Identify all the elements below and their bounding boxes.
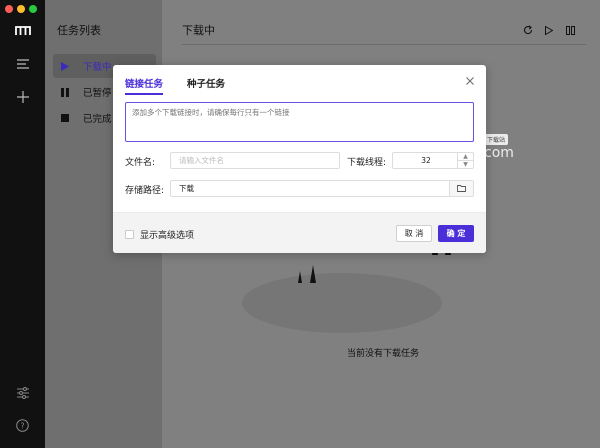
confirm-button[interactable]: 确 定: [438, 225, 474, 242]
sidebar-item-label: 已完成: [83, 114, 112, 125]
path-value: 下载: [179, 184, 194, 193]
path-input[interactable]: 下载: [170, 180, 474, 197]
minimize-window-button[interactable]: [17, 5, 25, 13]
resume-all-icon[interactable]: [543, 24, 555, 36]
url-input[interactable]: [125, 102, 474, 142]
chevron-up-icon[interactable]: ▲: [458, 153, 473, 161]
play-icon: [61, 61, 69, 71]
sidebar-item-label: 下载中: [83, 62, 112, 73]
advanced-options-label: 显示高级选项: [140, 231, 195, 241]
stop-icon: [61, 114, 69, 122]
tab-link-task[interactable]: 链接任务: [125, 65, 164, 95]
filename-input[interactable]: 请输入文件名: [170, 152, 340, 169]
empty-state-text: 当前没有下载任务: [347, 349, 420, 359]
new-task-dialog: 链接任务 种子任务 文件名: 请输入文件名 下载线程: 32 ▲ ▼ 存储路径:…: [113, 65, 486, 253]
page-title: 下载中: [182, 24, 215, 37]
close-icon[interactable]: [465, 76, 475, 86]
close-window-button[interactable]: [5, 5, 13, 13]
tab-torrent-task[interactable]: 种子任务: [187, 65, 225, 95]
advanced-options-toggle[interactable]: 显示高级选项: [125, 228, 194, 241]
chevron-down-icon[interactable]: ▼: [458, 161, 473, 168]
filename-label: 文件名:: [125, 158, 156, 168]
logo-icon: [0, 24, 45, 38]
add-task-icon[interactable]: [0, 90, 45, 104]
pause-icon: [61, 87, 69, 97]
help-icon[interactable]: ?: [0, 418, 45, 432]
dialog-tabs: 链接任务 种子任务: [125, 65, 225, 95]
svg-text:?: ?: [20, 421, 24, 430]
sidebar-item-label: 已暂停: [83, 88, 112, 99]
watermark-badge: 下载站: [484, 134, 509, 145]
threads-value: 32: [421, 156, 431, 165]
watermark: 下载站 com: [484, 134, 514, 161]
watermark-text: com: [484, 145, 514, 161]
window-controls: [5, 5, 37, 13]
menu-icon[interactable]: [0, 57, 45, 71]
refresh-icon[interactable]: [522, 24, 534, 36]
sidebar-title: 任务列表: [57, 24, 101, 37]
path-label: 存储路径:: [125, 186, 165, 196]
threads-label: 下载线程:: [347, 158, 387, 168]
pause-all-icon[interactable]: [564, 24, 576, 36]
threads-stepper[interactable]: ▲ ▼: [457, 153, 473, 168]
cancel-button[interactable]: 取 消: [396, 225, 432, 242]
advanced-options-checkbox[interactable]: [125, 230, 134, 239]
threads-input[interactable]: 32 ▲ ▼: [392, 152, 474, 169]
zoom-window-button[interactable]: [29, 5, 37, 13]
header-divider: [182, 44, 586, 45]
folder-icon: [457, 185, 466, 192]
settings-sliders-icon[interactable]: [0, 386, 45, 400]
dialog-footer: 显示高级选项 取 消 确 定: [113, 212, 486, 253]
app-rail: ?: [0, 0, 45, 448]
browse-folder-button[interactable]: [449, 181, 473, 196]
